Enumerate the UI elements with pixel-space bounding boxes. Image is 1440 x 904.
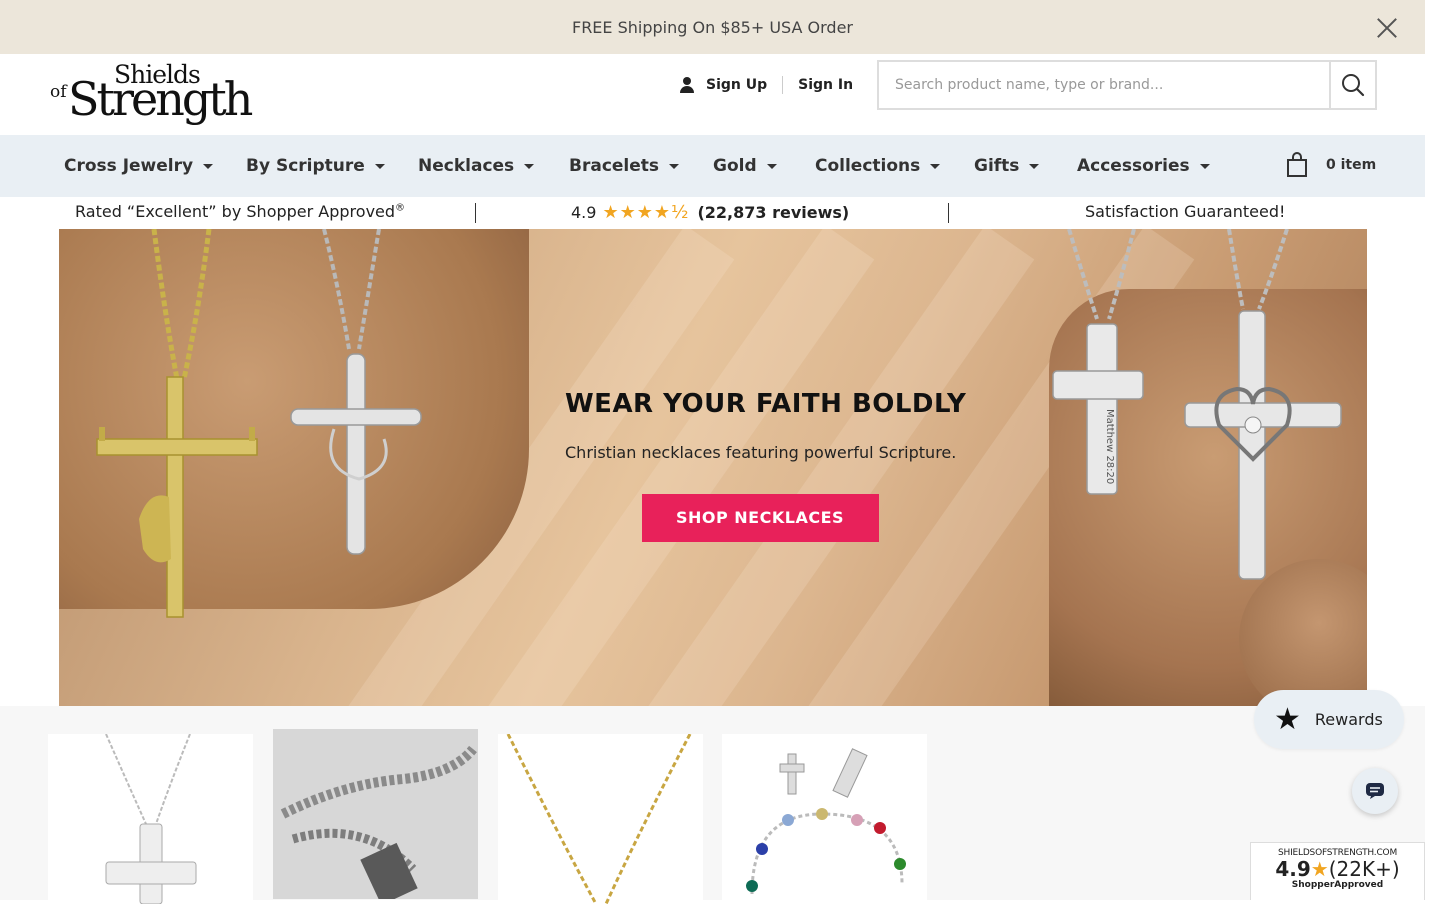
nav-item-label: Collections — [815, 156, 921, 176]
shopping-bag-icon — [1287, 152, 1307, 177]
ratings-bar: Rated “Excellent” by Shopper Approved® 4… — [0, 197, 1425, 229]
caret-down-icon — [930, 163, 941, 169]
divider — [475, 203, 476, 223]
badge-score-value: 4.9 — [1275, 857, 1311, 881]
product-card[interactable] — [48, 734, 253, 904]
nav-item-accessories[interactable]: Accessories — [1077, 156, 1210, 176]
review-count: (22,873 reviews) — [697, 203, 850, 222]
star-icon: ★ — [1310, 857, 1329, 881]
rewards-button[interactable]: ★ Rewards — [1254, 690, 1404, 749]
logo-strength: Strength — [68, 72, 253, 126]
search-button[interactable] — [1329, 62, 1375, 108]
star-rating-icon: ★★★★½ — [602, 202, 690, 223]
nav-item-label: Bracelets — [569, 156, 660, 176]
close-icon[interactable] — [1375, 15, 1399, 39]
registered-mark: ® — [395, 202, 406, 214]
product-card[interactable] — [273, 729, 478, 899]
caret-down-icon — [374, 163, 385, 169]
search-bar — [877, 60, 1377, 110]
caret-down-icon — [524, 163, 535, 169]
search-input[interactable] — [879, 62, 1329, 108]
hero-banner: Matthew 28:20 WEAR YOUR FAITH BOLDLY Chr… — [59, 229, 1367, 706]
rated-excellent-text: Rated “Excellent” by Shopper Approved® — [75, 202, 405, 221]
chat-icon — [1366, 783, 1384, 799]
product-row — [0, 706, 1425, 904]
shopper-approved-badge[interactable]: SHIELDSOFSTRENGTH.COM 4.9★(22K+) Shopper… — [1250, 842, 1425, 900]
rated-text: Rated “Excellent” by Shopper Approved — [75, 202, 396, 221]
divider — [782, 76, 784, 94]
nav-item-by-scripture[interactable]: By Scripture — [246, 156, 385, 176]
announcement-bar: FREE Shipping On $85+ USA Order — [0, 0, 1425, 54]
caret-down-icon — [1029, 163, 1040, 169]
sign-in-link[interactable]: Sign In — [798, 77, 853, 93]
rewards-label: Rewards — [1314, 710, 1383, 729]
cross-engraving: Matthew 28:20 — [1104, 409, 1115, 484]
nav-item-label: Accessories — [1077, 156, 1190, 176]
search-icon — [1342, 74, 1365, 97]
hero-content: WEAR YOUR FAITH BOLDLY Christian necklac… — [565, 389, 967, 542]
divider — [948, 203, 949, 223]
logo[interactable]: of Shields Strength — [48, 60, 253, 130]
announcement-text: FREE Shipping On $85+ USA Order — [571, 17, 854, 37]
product-image — [746, 748, 906, 895]
nav-item-necklaces[interactable]: Necklaces — [418, 156, 535, 176]
nav-item-gifts[interactable]: Gifts — [974, 156, 1040, 176]
nav-item-label: Gold — [713, 156, 757, 176]
cart-count: 0 item — [1326, 157, 1377, 173]
nav-item-bracelets[interactable]: Bracelets — [569, 156, 680, 176]
nav-item-label: By Scripture — [246, 156, 365, 176]
caret-down-icon — [1199, 163, 1210, 169]
chat-button[interactable] — [1352, 768, 1398, 814]
cart-button[interactable]: 0 item — [1286, 152, 1376, 178]
satisfaction-text: Satisfaction Guaranteed! — [1085, 202, 1286, 221]
nav-item-cross-jewelry[interactable]: Cross Jewelry — [64, 156, 214, 176]
caret-down-icon — [766, 163, 777, 169]
star-icon: ★ — [1274, 701, 1301, 737]
shop-necklaces-button[interactable]: SHOP NECKLACES — [641, 494, 879, 542]
badge-count: (22K+) — [1328, 857, 1400, 881]
badge-brand: ShopperApproved — [1291, 880, 1384, 890]
hero-title: WEAR YOUR FAITH BOLDLY — [565, 389, 967, 419]
product-image — [105, 734, 197, 904]
main-nav: Cross Jewelry By Scripture Necklaces Bra… — [0, 135, 1425, 197]
nav-item-collections[interactable]: Collections — [815, 156, 941, 176]
caret-down-icon — [669, 163, 680, 169]
nav-item-label: Cross Jewelry — [64, 156, 194, 176]
user-icon — [680, 77, 694, 93]
site-header: of Shields Strength Sign Up Sign In — [0, 54, 1425, 135]
product-card[interactable] — [722, 734, 927, 904]
nav-item-label: Necklaces — [418, 156, 515, 176]
hero-subtitle: Christian necklaces featuring powerful S… — [565, 443, 957, 462]
logo-of: of — [50, 82, 67, 102]
sign-up-link[interactable]: Sign Up — [706, 77, 767, 93]
nav-item-gold[interactable]: Gold — [713, 156, 777, 176]
caret-down-icon — [203, 163, 214, 169]
badge-score: 4.9★(22K+) — [1251, 858, 1424, 880]
account-links: Sign Up Sign In — [680, 76, 853, 94]
nav-item-label: Gifts — [974, 156, 1020, 176]
rating-score: 4.9 — [571, 203, 597, 222]
product-card[interactable] — [498, 734, 703, 904]
product-image — [506, 734, 692, 904]
product-image — [273, 729, 478, 899]
review-summary[interactable]: 4.9 ★★★★½ (22,873 reviews) — [571, 202, 849, 223]
